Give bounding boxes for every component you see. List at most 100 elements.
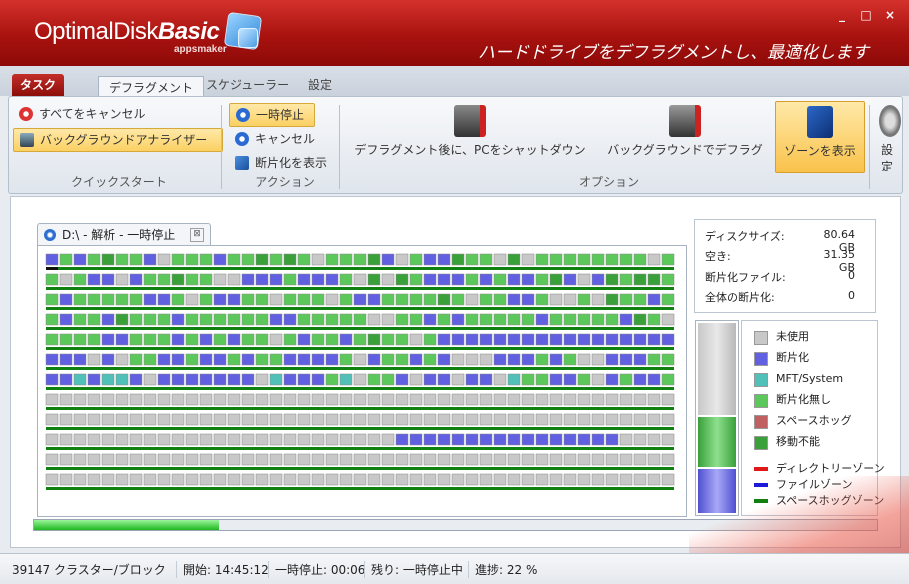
- cluster-block: [87, 313, 101, 326]
- line-hog-zone: [754, 499, 768, 503]
- cluster-block: [381, 433, 395, 446]
- cluster-block: [115, 453, 129, 466]
- cluster-block: [367, 273, 381, 286]
- zone-line: [46, 487, 674, 490]
- cluster-block: [577, 313, 591, 326]
- cluster-block: [381, 413, 395, 426]
- cluster-block: [577, 413, 591, 426]
- cluster-block: [563, 373, 577, 386]
- cluster-block: [73, 373, 87, 386]
- cluster-block: [605, 473, 619, 486]
- cluster-block: [549, 473, 563, 486]
- cluster-block: [619, 433, 633, 446]
- cluster-block: [521, 373, 535, 386]
- cluster-block: [423, 313, 437, 326]
- cluster-block: [227, 413, 241, 426]
- cluster-block: [521, 353, 535, 366]
- cluster-block: [129, 293, 143, 306]
- cluster-block: [605, 273, 619, 286]
- shutdown-after-label: デフラグメント後に、PCをシャットダウン: [354, 143, 586, 157]
- cluster-block: [437, 313, 451, 326]
- zones-icon: [807, 106, 833, 138]
- maximize-button[interactable]: □: [859, 8, 873, 22]
- tab-task[interactable]: タスク: [12, 74, 64, 96]
- cluster-block: [367, 393, 381, 406]
- cluster-block: [73, 413, 87, 426]
- cluster-block: [437, 373, 451, 386]
- cluster-block: [353, 473, 367, 486]
- cluster-block: [479, 373, 493, 386]
- cluster-block: [73, 433, 87, 446]
- cluster-block: [325, 253, 339, 266]
- cluster-block: [143, 413, 157, 426]
- cluster-block: [73, 393, 87, 406]
- cluster-block: [157, 253, 171, 266]
- cluster-block: [143, 353, 157, 366]
- cluster-block: [437, 333, 451, 346]
- cluster-block: [255, 273, 269, 286]
- cluster-block: [479, 293, 493, 306]
- cluster-block: [549, 453, 563, 466]
- settings-button[interactable]: 設定: [877, 101, 902, 171]
- cluster-block: [465, 453, 479, 466]
- cluster-block: [199, 313, 213, 326]
- pause-button[interactable]: 一時停止: [229, 103, 315, 127]
- cluster-block: [577, 353, 591, 366]
- cluster-block: [633, 473, 647, 486]
- close-tab-icon[interactable]: ⊠: [190, 228, 204, 242]
- cluster-block: [507, 333, 521, 346]
- cluster-block: [605, 453, 619, 466]
- close-button[interactable]: ×: [883, 8, 897, 22]
- cluster-block: [437, 473, 451, 486]
- bg-analyzer-button[interactable]: バックグラウンドアナライザー: [13, 128, 223, 152]
- cluster-block: [465, 353, 479, 366]
- cluster-block: [437, 413, 451, 426]
- cluster-block: [395, 313, 409, 326]
- cluster-block: [451, 273, 465, 286]
- tab-settings[interactable]: 設定: [298, 74, 342, 96]
- cluster-block: [563, 413, 577, 426]
- cluster-block: [199, 433, 213, 446]
- cluster-block: [563, 273, 577, 286]
- cancel-button[interactable]: キャンセル: [229, 128, 321, 150]
- cluster-block: [535, 433, 549, 446]
- cluster-block: [213, 273, 227, 286]
- tab-scheduler[interactable]: スケジューラー: [196, 74, 299, 96]
- cluster-block: [115, 293, 129, 306]
- cluster-block: [311, 253, 325, 266]
- cluster-block: [241, 453, 255, 466]
- cluster-block: [493, 273, 507, 286]
- disk-tab[interactable]: D:\ - 解析 - 一時停止 ⊠: [37, 223, 211, 246]
- cluster-block: [479, 433, 493, 446]
- cluster-block: [297, 373, 311, 386]
- cluster-block: [409, 413, 423, 426]
- show-fragmentation-button[interactable]: 断片化を表示: [229, 152, 333, 174]
- show-zones-button[interactable]: ゾーンを表示: [775, 101, 865, 173]
- cluster-block: [619, 273, 633, 286]
- cluster-block: [633, 273, 647, 286]
- cluster-block: [493, 393, 507, 406]
- cluster-block: [269, 393, 283, 406]
- tab-defrag[interactable]: デフラグメント: [98, 76, 205, 98]
- bg-defrag-button[interactable]: バックグラウンドでデフラグ: [601, 101, 769, 171]
- cluster-block: [283, 393, 297, 406]
- cluster-block: [199, 353, 213, 366]
- cluster-block: [549, 353, 563, 366]
- minimize-button[interactable]: _: [835, 8, 849, 22]
- cluster-block: [605, 353, 619, 366]
- cluster-block: [87, 353, 101, 366]
- cluster-block: [549, 393, 563, 406]
- cluster-block: [549, 433, 563, 446]
- cancel-all-button[interactable]: すべてをキャンセル: [13, 103, 151, 125]
- cluster-block: [101, 333, 115, 346]
- cluster-block: [423, 453, 437, 466]
- cluster-block: [339, 293, 353, 306]
- shutdown-after-button[interactable]: デフラグメント後に、PCをシャットダウン: [347, 101, 593, 171]
- cluster-block: [395, 453, 409, 466]
- cluster-block: [605, 433, 619, 446]
- cluster-block: [647, 333, 661, 346]
- cluster-block: [353, 353, 367, 366]
- cluster-block: [423, 373, 437, 386]
- cluster-map-graphic: [45, 253, 675, 490]
- cluster-block: [325, 453, 339, 466]
